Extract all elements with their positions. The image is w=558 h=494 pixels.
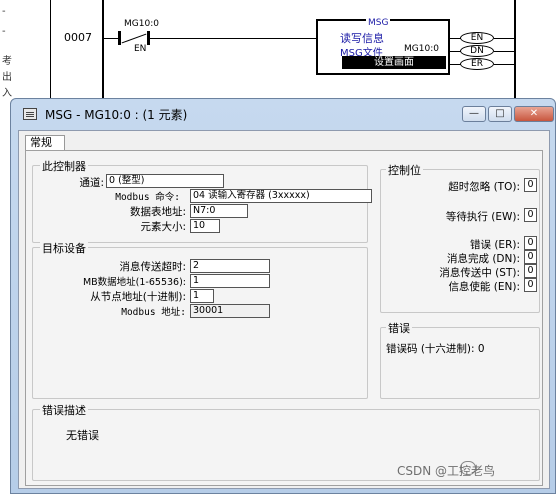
mb-data-address-field[interactable]: 1: [190, 274, 270, 288]
side-char: 考: [2, 56, 12, 67]
rung-number: 0007: [64, 31, 92, 44]
await-execution-value: 0: [524, 208, 537, 222]
element-size-field[interactable]: 10: [190, 219, 220, 233]
error-bit-label: 错误 (ER):: [470, 239, 520, 251]
timeout-ignore-label: 超时忽略 (TO):: [448, 181, 520, 193]
slave-address-field[interactable]: 1: [190, 289, 214, 303]
rung-wire: [104, 38, 118, 39]
close-button[interactable]: ✕: [514, 106, 554, 122]
general-tab-pane: 此控制器 通道: 0 (整型) Modbus 命令: 04 读输入寄存器 (3x…: [25, 150, 543, 486]
window-app-icon: [23, 108, 37, 120]
side-char: 出: [2, 72, 12, 83]
watermark: CSDN @工控老鸟: [397, 464, 496, 478]
left-power-rail: [102, 0, 104, 98]
error-group: [380, 327, 540, 399]
coil-er: ER: [460, 58, 494, 70]
data-table-address-field[interactable]: N7:0: [190, 204, 248, 218]
data-table-address-label: 数据表地址:: [129, 206, 186, 218]
channel-field[interactable]: 0 (整型): [106, 174, 224, 188]
message-done-value: 0: [524, 250, 537, 264]
message-enable-label: 信息使能 (EN):: [448, 281, 520, 293]
contact-left-bar: [118, 31, 121, 45]
modbus-address-field: 30001: [190, 304, 270, 318]
mb-data-address-label: MB数据地址(1-65536):: [82, 277, 186, 288]
message-timeout-field[interactable]: 2: [190, 259, 270, 273]
side-char: -: [2, 6, 6, 17]
coil-wire: [494, 64, 514, 65]
error-description-text: 无错误: [66, 429, 99, 442]
error-code-text: 错误码 (十六进制): 0: [386, 343, 485, 355]
message-done-label: 消息完成 (DN):: [446, 253, 520, 265]
contact-tag: MG10:0: [124, 19, 159, 29]
coil-en: EN: [460, 32, 494, 44]
msg-file-value: MG10:0: [404, 44, 439, 54]
this-controller-label: 此控制器: [40, 158, 88, 174]
rung-wire: [150, 38, 316, 39]
await-execution-label: 等待执行 (EW):: [445, 211, 520, 223]
slave-address-label: 从节点地址(十进制):: [90, 291, 186, 303]
title-bar[interactable]: MSG - MG10:0 : (1 元素) — □ ✕: [11, 99, 555, 129]
maximize-button[interactable]: □: [488, 106, 512, 122]
tab-general[interactable]: 常规: [25, 135, 65, 151]
message-transmitting-label: 消息传送中 (ST):: [439, 267, 520, 279]
control-bits-label: 控制位: [386, 162, 423, 178]
coil-wire: [494, 51, 514, 52]
contact-slash: [121, 33, 147, 44]
msg-dialog: MSG - MG10:0 : (1 元素) — □ ✕ 常规 此控制器 通道: …: [10, 98, 556, 494]
coil-dn: DN: [460, 45, 494, 57]
setup-screen-button[interactable]: 设置画面: [342, 56, 446, 69]
message-transmitting-value: 0: [524, 264, 537, 278]
side-char: -: [2, 26, 6, 37]
msg-header: MSG: [366, 18, 391, 28]
timeout-ignore-checkbox[interactable]: 0: [524, 178, 537, 192]
message-timeout-label: 消息传送超时:: [119, 261, 186, 273]
window-title: MSG - MG10:0 : (1 元素): [45, 108, 188, 122]
error-description-label: 错误描述: [40, 402, 88, 418]
channel-label: 通道:: [79, 177, 104, 189]
contact-bit: EN: [134, 44, 147, 54]
modbus-address-label: Modbus 地址:: [121, 307, 186, 318]
element-size-label: 元素大小:: [140, 221, 186, 233]
target-device-label: 目标设备: [40, 240, 88, 256]
coil-wire: [494, 38, 514, 39]
modbus-command-field[interactable]: 04 读输入寄存器 (3xxxxx): [190, 189, 372, 203]
side-char: 入: [2, 88, 12, 99]
right-power-rail: [514, 0, 516, 98]
error-group-label: 错误: [386, 320, 412, 336]
modbus-command-label: Modbus 命令:: [115, 192, 180, 203]
message-enable-value: 0: [524, 278, 537, 292]
error-bit-value: 0: [524, 236, 537, 250]
minimize-button[interactable]: —: [462, 106, 486, 122]
left-border-line: [50, 0, 51, 98]
